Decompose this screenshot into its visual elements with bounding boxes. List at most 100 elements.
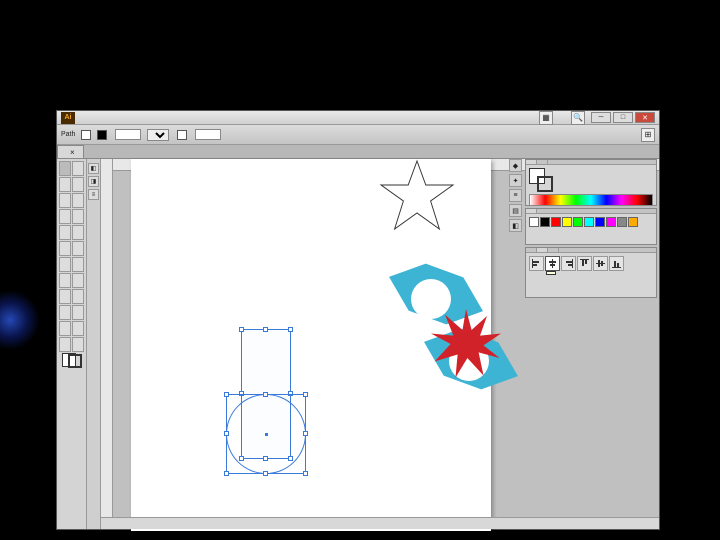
document-tab[interactable]: × xyxy=(57,145,84,158)
vertical-align-center-button[interactable] xyxy=(593,256,608,271)
scale-tool[interactable] xyxy=(72,241,84,256)
collapsed-panel-icon[interactable]: ✦ xyxy=(509,174,522,187)
tab-align[interactable] xyxy=(537,248,548,252)
tab-transform[interactable] xyxy=(526,248,537,252)
tab-color[interactable] xyxy=(526,160,537,164)
swatch[interactable] xyxy=(595,217,605,227)
selection-handle[interactable] xyxy=(263,392,268,397)
selection-handle[interactable] xyxy=(224,471,229,476)
free-transform-tool[interactable] xyxy=(72,257,84,272)
shape-builder-tool[interactable] xyxy=(59,273,71,288)
collapsed-panel-icon[interactable]: ▤ xyxy=(509,204,522,217)
close-tab-icon[interactable]: × xyxy=(70,148,75,157)
selection-handle[interactable] xyxy=(239,327,244,332)
swatch[interactable] xyxy=(540,217,550,227)
swatch[interactable] xyxy=(606,217,616,227)
selection-handle[interactable] xyxy=(303,392,308,397)
illustrator-window: Ai ▦ 🔍 ─ □ ✕ Path ⊞ xyxy=(56,110,660,530)
selection-handle[interactable] xyxy=(224,392,229,397)
pencil-tool[interactable] xyxy=(72,225,84,240)
tooltip xyxy=(546,271,556,275)
tab-color-guide[interactable] xyxy=(537,160,548,164)
stroke-weight-input[interactable] xyxy=(115,129,141,140)
swatch[interactable] xyxy=(617,217,627,227)
panel-fill-stroke[interactable] xyxy=(529,168,553,192)
swatch[interactable] xyxy=(551,217,561,227)
bridge-icon[interactable]: ▦ xyxy=(539,111,553,125)
status-bar xyxy=(101,517,659,529)
starburst-shape[interactable] xyxy=(431,309,501,379)
width-tool[interactable] xyxy=(59,257,71,272)
panel-dock xyxy=(525,159,657,298)
brush-select[interactable] xyxy=(147,129,169,141)
lasso-tool[interactable] xyxy=(72,177,84,192)
selection-handle[interactable] xyxy=(303,471,308,476)
graph-tool[interactable] xyxy=(72,321,84,336)
color-panel[interactable] xyxy=(525,159,657,206)
swatch[interactable] xyxy=(562,217,572,227)
symbol-sprayer-tool[interactable] xyxy=(59,321,71,336)
blend-tool[interactable] xyxy=(72,305,84,320)
swatches-panel[interactable] xyxy=(525,208,657,245)
perspective-tool[interactable] xyxy=(72,273,84,288)
zoom-tool[interactable] xyxy=(72,337,84,352)
selection-handle[interactable] xyxy=(224,431,229,436)
search-icon[interactable]: 🔍 xyxy=(571,111,585,125)
vertical-ruler[interactable] xyxy=(101,159,113,529)
rotate-tool[interactable] xyxy=(59,241,71,256)
swatch[interactable] xyxy=(529,217,539,227)
selection-indicator: Path xyxy=(61,131,75,138)
swatch[interactable] xyxy=(584,217,594,227)
rectangle-tool[interactable] xyxy=(72,209,84,224)
canvas-area[interactable]: ◆ ✦ ≡ ▤ ◧ xyxy=(101,159,659,529)
mesh-tool[interactable] xyxy=(59,289,71,304)
magic-wand-tool[interactable] xyxy=(59,177,71,192)
vertical-align-top-button[interactable] xyxy=(577,256,592,271)
selection-center-icon xyxy=(265,433,268,436)
app-logo-icon: Ai xyxy=(61,112,75,124)
fill-stroke-control[interactable] xyxy=(62,353,82,368)
selection-handle[interactable] xyxy=(288,327,293,332)
horizontal-align-center-button[interactable] xyxy=(545,256,560,271)
stroke-box[interactable] xyxy=(68,354,82,368)
style-swatch[interactable] xyxy=(177,130,187,140)
selection-handle[interactable] xyxy=(263,471,268,476)
minimize-button[interactable]: ─ xyxy=(591,112,611,123)
collapsed-panel-icon[interactable]: ≡ xyxy=(509,189,522,202)
close-button[interactable]: ✕ xyxy=(635,112,655,123)
direct-selection-tool[interactable] xyxy=(72,161,84,176)
opacity-input[interactable] xyxy=(195,129,221,140)
collapsed-panel-icon[interactable]: ≡ xyxy=(88,189,99,200)
swatch[interactable] xyxy=(628,217,638,227)
maximize-button[interactable]: □ xyxy=(613,112,633,123)
background-flare xyxy=(0,290,40,350)
line-tool[interactable] xyxy=(59,209,71,224)
vertical-align-bottom-button[interactable] xyxy=(609,256,624,271)
horizontal-align-right-button[interactable] xyxy=(561,256,576,271)
eyedropper-tool[interactable] xyxy=(59,305,71,320)
collapsed-panel-icon[interactable]: ◆ xyxy=(509,159,522,172)
selected-circle[interactable] xyxy=(226,394,306,474)
swatch[interactable] xyxy=(573,217,583,227)
collapsed-panel-icon[interactable]: ◨ xyxy=(88,176,99,187)
horizontal-align-left-button[interactable] xyxy=(529,256,544,271)
paintbrush-tool[interactable] xyxy=(59,225,71,240)
selection-handle[interactable] xyxy=(263,327,268,332)
star-outline-shape[interactable] xyxy=(377,157,457,237)
selection-handle[interactable] xyxy=(303,431,308,436)
selection-tool[interactable] xyxy=(59,161,71,176)
type-tool[interactable] xyxy=(72,193,84,208)
fill-swatch[interactable] xyxy=(81,130,91,140)
gradient-tool[interactable] xyxy=(72,289,84,304)
collapsed-panel-icon[interactable]: ◧ xyxy=(509,219,522,232)
pen-tool[interactable] xyxy=(59,193,71,208)
tab-swatches[interactable] xyxy=(526,209,537,213)
align-panel[interactable] xyxy=(525,247,657,298)
doc-setup-icon[interactable]: ⊞ xyxy=(641,128,655,142)
collapsed-panel-icon[interactable]: ◧ xyxy=(88,163,99,174)
hand-tool[interactable] xyxy=(59,337,71,352)
tab-pathfinder[interactable] xyxy=(548,248,559,252)
stroke-swatch[interactable] xyxy=(97,130,107,140)
color-spectrum[interactable] xyxy=(529,194,653,206)
artboard[interactable] xyxy=(131,159,491,531)
